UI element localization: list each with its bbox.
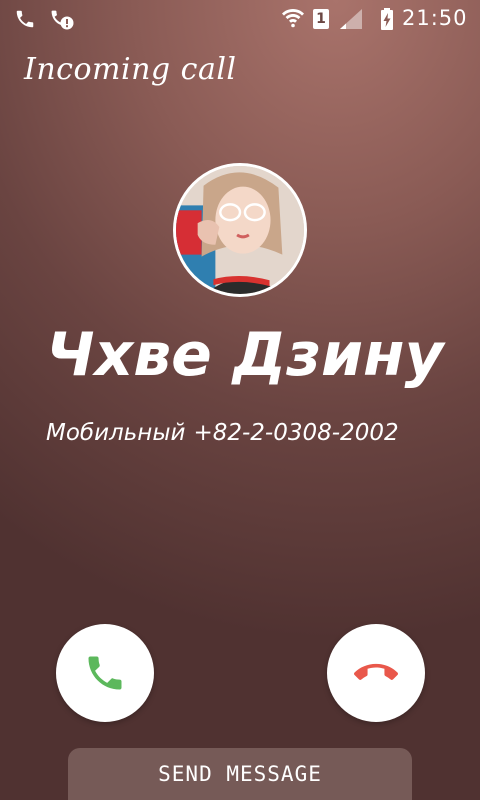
- signal-icon: [340, 9, 362, 29]
- phone-hangup-icon: [354, 663, 398, 680]
- send-message-button[interactable]: SEND MESSAGE: [68, 748, 412, 800]
- phone-icon: [16, 10, 34, 28]
- phone-number: +82-2-0308-2002: [193, 420, 399, 446]
- phone-answer-icon: [88, 656, 122, 690]
- status-bar: 1 21:50: [0, 0, 480, 38]
- contact-avatar: [173, 163, 307, 297]
- wifi-icon: [282, 9, 304, 28]
- decline-button[interactable]: [327, 624, 425, 722]
- battery-charging-icon: [381, 8, 393, 30]
- contact-number-row: Мобильный +82-2-0308-2002: [46, 420, 407, 446]
- call-alert-icon: [51, 10, 74, 30]
- sim-icon: 1: [313, 9, 329, 29]
- number-type-label: Мобильный: [46, 420, 186, 446]
- contact-name: Чхве Дзину: [46, 320, 444, 390]
- answer-button[interactable]: [56, 624, 154, 722]
- incoming-call-label: Incoming call: [24, 52, 237, 87]
- clock: 21:50: [402, 6, 468, 30]
